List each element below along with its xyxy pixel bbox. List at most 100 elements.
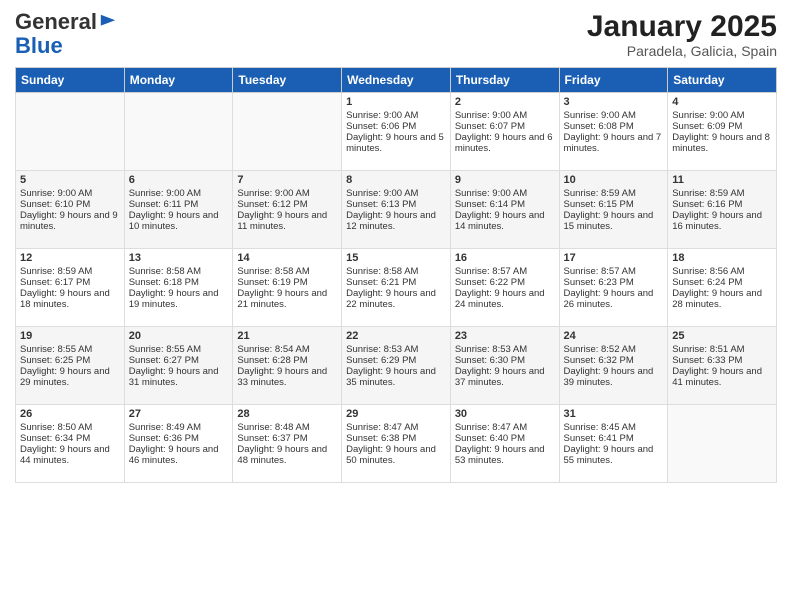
sunset: Sunset: 6:15 PM xyxy=(564,199,634,210)
day-number: 27 xyxy=(129,408,229,420)
sunrise: Sunrise: 8:50 AM xyxy=(20,422,92,433)
sunrise: Sunrise: 8:51 AM xyxy=(672,344,744,355)
sunset: Sunset: 6:28 PM xyxy=(237,355,307,366)
daylight: Daylight: 9 hours and 14 minutes. xyxy=(455,210,545,232)
calendar-cell xyxy=(124,93,233,171)
sunset: Sunset: 6:33 PM xyxy=(672,355,742,366)
week-row-4: 19 Sunrise: 8:55 AM Sunset: 6:25 PM Dayl… xyxy=(16,327,777,405)
day-number: 10 xyxy=(564,174,664,186)
day-number: 17 xyxy=(564,252,664,264)
daylight: Daylight: 9 hours and 8 minutes. xyxy=(672,132,770,154)
day-number: 7 xyxy=(237,174,337,186)
calendar-cell: 13 Sunrise: 8:58 AM Sunset: 6:18 PM Dayl… xyxy=(124,249,233,327)
daylight: Daylight: 9 hours and 22 minutes. xyxy=(346,288,436,310)
calendar-cell: 18 Sunrise: 8:56 AM Sunset: 6:24 PM Dayl… xyxy=(668,249,777,327)
day-number: 20 xyxy=(129,330,229,342)
sunrise: Sunrise: 9:00 AM xyxy=(564,110,636,121)
daylight: Daylight: 9 hours and 28 minutes. xyxy=(672,288,762,310)
sunset: Sunset: 6:06 PM xyxy=(346,121,416,132)
sunset: Sunset: 6:27 PM xyxy=(129,355,199,366)
sunset: Sunset: 6:36 PM xyxy=(129,433,199,444)
sunrise: Sunrise: 9:00 AM xyxy=(129,188,201,199)
calendar-cell: 11 Sunrise: 8:59 AM Sunset: 6:16 PM Dayl… xyxy=(668,171,777,249)
sunrise: Sunrise: 8:47 AM xyxy=(455,422,527,433)
calendar-cell: 9 Sunrise: 9:00 AM Sunset: 6:14 PM Dayli… xyxy=(450,171,559,249)
daylight: Daylight: 9 hours and 44 minutes. xyxy=(20,444,110,466)
month-title: January 2025 xyxy=(587,10,777,43)
sunrise: Sunrise: 8:53 AM xyxy=(455,344,527,355)
calendar-cell: 16 Sunrise: 8:57 AM Sunset: 6:22 PM Dayl… xyxy=(450,249,559,327)
calendar-cell: 4 Sunrise: 9:00 AM Sunset: 6:09 PM Dayli… xyxy=(668,93,777,171)
calendar-cell: 30 Sunrise: 8:47 AM Sunset: 6:40 PM Dayl… xyxy=(450,405,559,483)
col-friday: Friday xyxy=(559,68,668,93)
calendar-cell: 21 Sunrise: 8:54 AM Sunset: 6:28 PM Dayl… xyxy=(233,327,342,405)
sunset: Sunset: 6:13 PM xyxy=(346,199,416,210)
daylight: Daylight: 9 hours and 55 minutes. xyxy=(564,444,654,466)
sunset: Sunset: 6:30 PM xyxy=(455,355,525,366)
daylight: Daylight: 9 hours and 5 minutes. xyxy=(346,132,444,154)
sunset: Sunset: 6:24 PM xyxy=(672,277,742,288)
sunset: Sunset: 6:08 PM xyxy=(564,121,634,132)
calendar-cell: 28 Sunrise: 8:48 AM Sunset: 6:37 PM Dayl… xyxy=(233,405,342,483)
sunset: Sunset: 6:41 PM xyxy=(564,433,634,444)
calendar-cell: 24 Sunrise: 8:52 AM Sunset: 6:32 PM Dayl… xyxy=(559,327,668,405)
calendar-cell: 5 Sunrise: 9:00 AM Sunset: 6:10 PM Dayli… xyxy=(16,171,125,249)
main-container: General Blue January 2025 Paradela, Gali… xyxy=(0,0,792,488)
calendar-cell: 17 Sunrise: 8:57 AM Sunset: 6:23 PM Dayl… xyxy=(559,249,668,327)
sunrise: Sunrise: 9:00 AM xyxy=(455,110,527,121)
logo-flag-icon xyxy=(99,13,117,31)
title-block: January 2025 Paradela, Galicia, Spain xyxy=(587,10,777,59)
daylight: Daylight: 9 hours and 35 minutes. xyxy=(346,366,436,388)
sunrise: Sunrise: 8:48 AM xyxy=(237,422,309,433)
week-row-1: 1 Sunrise: 9:00 AM Sunset: 6:06 PM Dayli… xyxy=(16,93,777,171)
sunrise: Sunrise: 8:55 AM xyxy=(129,344,201,355)
sunrise: Sunrise: 8:56 AM xyxy=(672,266,744,277)
daylight: Daylight: 9 hours and 9 minutes. xyxy=(20,210,118,232)
day-number: 23 xyxy=(455,330,555,342)
day-number: 24 xyxy=(564,330,664,342)
sunrise: Sunrise: 8:54 AM xyxy=(237,344,309,355)
col-saturday: Saturday xyxy=(668,68,777,93)
day-number: 14 xyxy=(237,252,337,264)
daylight: Daylight: 9 hours and 29 minutes. xyxy=(20,366,110,388)
sunrise: Sunrise: 8:45 AM xyxy=(564,422,636,433)
day-number: 26 xyxy=(20,408,120,420)
calendar-cell: 7 Sunrise: 9:00 AM Sunset: 6:12 PM Dayli… xyxy=(233,171,342,249)
sunrise: Sunrise: 8:47 AM xyxy=(346,422,418,433)
day-number: 6 xyxy=(129,174,229,186)
calendar-cell: 12 Sunrise: 8:59 AM Sunset: 6:17 PM Dayl… xyxy=(16,249,125,327)
day-number: 15 xyxy=(346,252,446,264)
day-number: 28 xyxy=(237,408,337,420)
calendar-cell: 31 Sunrise: 8:45 AM Sunset: 6:41 PM Dayl… xyxy=(559,405,668,483)
sunset: Sunset: 6:19 PM xyxy=(237,277,307,288)
day-number: 4 xyxy=(672,96,772,108)
daylight: Daylight: 9 hours and 31 minutes. xyxy=(129,366,219,388)
day-number: 19 xyxy=(20,330,120,342)
sunset: Sunset: 6:14 PM xyxy=(455,199,525,210)
sunrise: Sunrise: 9:00 AM xyxy=(237,188,309,199)
calendar-cell: 15 Sunrise: 8:58 AM Sunset: 6:21 PM Dayl… xyxy=(342,249,451,327)
daylight: Daylight: 9 hours and 12 minutes. xyxy=(346,210,436,232)
daylight: Daylight: 9 hours and 16 minutes. xyxy=(672,210,762,232)
logo: General Blue xyxy=(15,10,117,58)
col-wednesday: Wednesday xyxy=(342,68,451,93)
sunset: Sunset: 6:38 PM xyxy=(346,433,416,444)
calendar-cell: 14 Sunrise: 8:58 AM Sunset: 6:19 PM Dayl… xyxy=(233,249,342,327)
day-number: 31 xyxy=(564,408,664,420)
sunrise: Sunrise: 9:00 AM xyxy=(455,188,527,199)
daylight: Daylight: 9 hours and 7 minutes. xyxy=(564,132,662,154)
sunrise: Sunrise: 8:59 AM xyxy=(564,188,636,199)
col-thursday: Thursday xyxy=(450,68,559,93)
day-number: 29 xyxy=(346,408,446,420)
daylight: Daylight: 9 hours and 33 minutes. xyxy=(237,366,327,388)
week-row-2: 5 Sunrise: 9:00 AM Sunset: 6:10 PM Dayli… xyxy=(16,171,777,249)
daylight: Daylight: 9 hours and 6 minutes. xyxy=(455,132,553,154)
day-number: 2 xyxy=(455,96,555,108)
calendar-cell: 8 Sunrise: 9:00 AM Sunset: 6:13 PM Dayli… xyxy=(342,171,451,249)
sunrise: Sunrise: 8:55 AM xyxy=(20,344,92,355)
calendar-cell: 1 Sunrise: 9:00 AM Sunset: 6:06 PM Dayli… xyxy=(342,93,451,171)
daylight: Daylight: 9 hours and 46 minutes. xyxy=(129,444,219,466)
calendar-cell: 22 Sunrise: 8:53 AM Sunset: 6:29 PM Dayl… xyxy=(342,327,451,405)
daylight: Daylight: 9 hours and 19 minutes. xyxy=(129,288,219,310)
sunset: Sunset: 6:29 PM xyxy=(346,355,416,366)
